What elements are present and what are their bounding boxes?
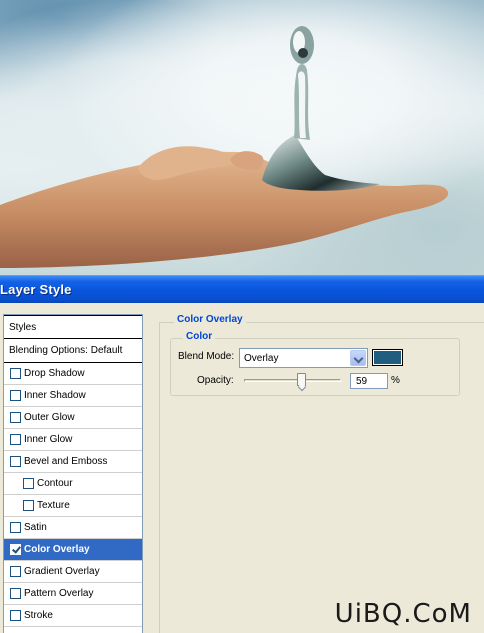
bevel-and-emboss-checkbox[interactable] xyxy=(10,456,21,467)
style-item-contour[interactable]: Contour xyxy=(4,473,142,495)
style-item-stroke[interactable]: Stroke xyxy=(4,605,142,627)
style-item-color-overlay[interactable]: Color Overlay xyxy=(4,539,142,561)
outer-glow-checkbox[interactable] xyxy=(10,412,21,423)
opacity-unit: % xyxy=(391,375,400,386)
style-item-gradient-overlay[interactable]: Gradient Overlay xyxy=(4,561,142,583)
style-item-label: Drop Shadow xyxy=(24,368,85,379)
texture-checkbox[interactable] xyxy=(23,500,34,511)
photo-preview xyxy=(0,0,484,275)
contour-checkbox[interactable] xyxy=(23,478,34,489)
dialog-title-bar[interactable]: Layer Style xyxy=(0,275,484,303)
styles-header[interactable]: Styles xyxy=(4,315,142,339)
style-item-drop-shadow[interactable]: Drop Shadow xyxy=(4,363,142,385)
opacity-input[interactable]: 59 xyxy=(350,373,388,389)
opacity-slider[interactable] xyxy=(244,379,341,382)
stroke-checkbox[interactable] xyxy=(10,610,21,621)
style-item-satin[interactable]: Satin xyxy=(4,517,142,539)
style-item-label: Outer Glow xyxy=(24,412,75,423)
drop-shadow-checkbox[interactable] xyxy=(10,368,21,379)
dialog-body: Styles Blending Options: Default Drop Sh… xyxy=(0,303,484,633)
style-item-label: Inner Glow xyxy=(24,434,73,445)
blend-mode-select[interactable]: Overlay xyxy=(239,348,368,368)
style-item-pattern-overlay[interactable]: Pattern Overlay xyxy=(4,583,142,605)
style-item-texture[interactable]: Texture xyxy=(4,495,142,517)
blend-mode-value: Overlay xyxy=(244,353,279,364)
chevron-down-icon[interactable] xyxy=(350,350,366,366)
inner-glow-checkbox[interactable] xyxy=(10,434,21,445)
style-item-label: Stroke xyxy=(24,610,53,621)
style-item-inner-glow[interactable]: Inner Glow xyxy=(4,429,142,451)
style-item-label: Texture xyxy=(37,500,70,511)
opacity-slider-thumb[interactable] xyxy=(297,373,307,386)
site-watermark: UiBQ.CoM xyxy=(334,599,472,629)
dialog-title: Layer Style xyxy=(0,282,72,297)
style-item-label: Gradient Overlay xyxy=(24,566,100,577)
color-overlay-checkbox[interactable] xyxy=(10,544,21,555)
color-overlay-group-title: Color Overlay xyxy=(174,314,246,325)
opacity-label: Opacity: xyxy=(197,375,234,386)
satin-checkbox[interactable] xyxy=(10,522,21,533)
opacity-value: 59 xyxy=(356,376,368,387)
style-item-label: Inner Shadow xyxy=(24,390,86,401)
pattern-overlay-checkbox[interactable] xyxy=(10,588,21,599)
styles-list: Styles Blending Options: Default Drop Sh… xyxy=(3,314,143,633)
style-item-label: Contour xyxy=(37,478,73,489)
gradient-overlay-checkbox[interactable] xyxy=(10,566,21,577)
overlay-color-swatch[interactable] xyxy=(372,349,403,366)
style-item-label: Bevel and Emboss xyxy=(24,456,108,467)
style-item-label: Pattern Overlay xyxy=(24,588,94,599)
blending-options-item[interactable]: Blending Options: Default xyxy=(4,339,142,363)
effects-list: Drop Shadow Inner Shadow Outer Glow Inner G… xyxy=(4,363,142,627)
style-item-label: Satin xyxy=(24,522,47,533)
style-item-label: Color Overlay xyxy=(24,544,90,555)
inner-shadow-checkbox[interactable] xyxy=(10,390,21,401)
style-item-bevel-and-emboss[interactable]: Bevel and Emboss xyxy=(4,451,142,473)
blend-mode-label: Blend Mode: xyxy=(178,351,235,362)
hand-water-splash-image xyxy=(0,26,449,268)
style-item-inner-shadow[interactable]: Inner Shadow xyxy=(4,385,142,407)
style-item-outer-glow[interactable]: Outer Glow xyxy=(4,407,142,429)
color-subgroup-title: Color xyxy=(183,331,216,342)
